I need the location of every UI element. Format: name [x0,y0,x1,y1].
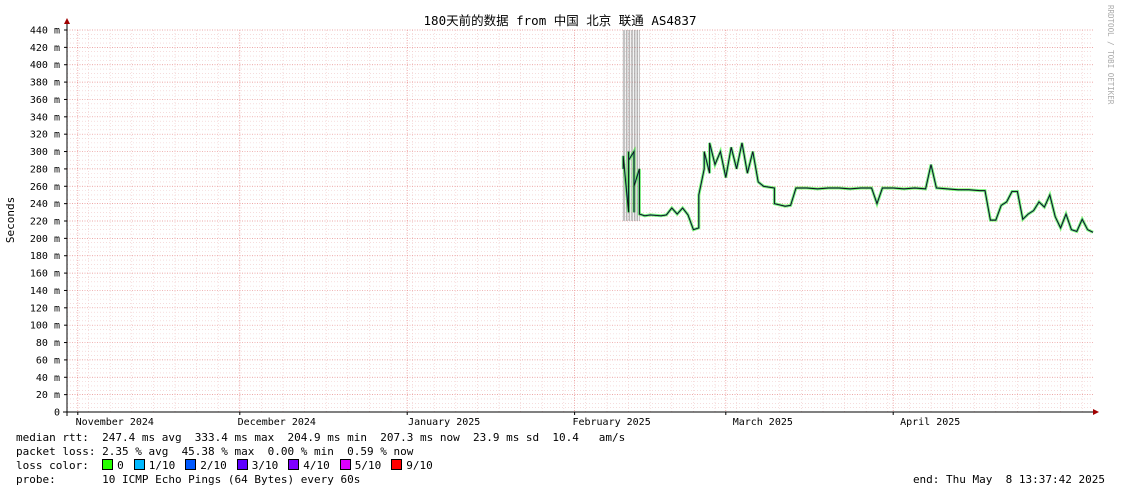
loss-color-swatch [133,459,145,470]
loss-color-value: 5/10 [354,459,382,472]
x-tick-label: January 2025 [408,417,480,428]
loss-color-value: 0 [117,459,124,472]
x-tick-label: February 2025 [572,417,650,428]
y-tick-label: 300 m [30,147,60,158]
y-tick-label: 80 m [36,338,60,349]
loss-color-label: loss color: [16,459,89,472]
loss-color-item: 1/10 [133,459,176,472]
y-tick-label: 340 m [30,112,60,123]
y-tick-label: 0 [54,408,60,419]
loss-color-value: 4/10 [303,459,330,472]
y-tick-label: 380 m [30,78,60,89]
x-axis-ticks: November 2024 December 2024 January 2025 Fe… [76,412,960,428]
latency-chart: 0 20 m 40 m 60 m 80 m 100 m 120 m 140 m 160 m 180… [4,5,1115,428]
watermark: RRDTOOL / TOBI OETIKER [1106,5,1115,105]
loss-color-item: 0 [102,459,124,472]
y-tick-label: 140 m [30,286,60,297]
y-tick-label: 360 m [30,95,60,106]
median-rtt-line: median rtt: 247.4 ms avg 333.4 ms max 20… [16,431,626,444]
y-axis-ticks: 0 20 m 40 m 60 m 80 m 100 m 120 m 140 m 160 m 180… [30,26,67,419]
y-tick-label: 160 m [30,269,60,280]
x-axis-arrow [1093,409,1099,415]
loss-color-swatch [102,459,114,470]
y-tick-label: 220 m [30,217,60,228]
major-grid [67,29,1093,413]
loss-color-value: 1/10 [148,459,176,472]
loss-color-swatch [339,459,351,470]
loss-color-item: 3/10 [236,459,279,472]
loss-color-item: 2/10 [185,459,227,472]
y-tick-label: 60 m [36,355,60,366]
y-tick-label: 120 m [30,303,60,314]
loss-color-item: 9/10 [391,459,433,472]
x-tick-label: April 2025 [900,417,960,428]
x-tick-label: March 2025 [733,417,793,428]
end-time: end: Thu May 8 13:37:42 2025 [912,473,1105,486]
loss-color-legend: loss color: 0 1/10 2/10 3/10 4/10 5/10 9/10 [16,459,443,473]
y-tick-label: 20 m [36,390,60,401]
y-tick-label: 100 m [30,321,60,332]
smokeping-graph: 0 20 m 40 m 60 m 80 m 100 m 120 m 140 m 160 m 180… [0,0,1121,494]
packet-loss-line: packet loss: 2.35 % avg 45.38 % max 0.00… [16,445,414,458]
loss-color-swatch [391,459,403,470]
probe-line: probe: 10 ICMP Echo Pings (64 Bytes) eve… [16,473,361,486]
loss-color-swatch [185,459,197,470]
loss-color-item: 5/10 [339,459,382,472]
y-tick-label: 320 m [30,130,60,141]
chart-title: 180天前的数据 from 中国 北京 联通 AS4837 [424,13,697,28]
loss-color-items: 0 1/10 2/10 3/10 4/10 5/10 9/10 [102,459,443,472]
y-tick-label: 240 m [30,199,60,210]
y-tick-label: 200 m [30,234,60,245]
x-tick-label: December 2024 [238,417,316,428]
y-axis-arrow [64,18,70,24]
y-axis-label: Seconds [4,197,17,243]
loss-color-swatch [288,459,300,470]
y-tick-label: 440 m [30,26,60,37]
loss-color-swatch [236,459,248,470]
x-tick-label: November 2024 [76,417,154,428]
y-tick-label: 420 m [30,43,60,54]
loss-color-value: 3/10 [251,459,279,472]
y-tick-label: 400 m [30,60,60,71]
y-tick-label: 280 m [30,164,60,175]
loss-color-item: 4/10 [288,459,330,472]
loss-color-value: 9/10 [406,459,433,472]
y-tick-label: 40 m [36,373,60,384]
y-tick-label: 260 m [30,182,60,193]
loss-color-value: 2/10 [200,459,227,472]
y-tick-label: 180 m [30,251,60,262]
